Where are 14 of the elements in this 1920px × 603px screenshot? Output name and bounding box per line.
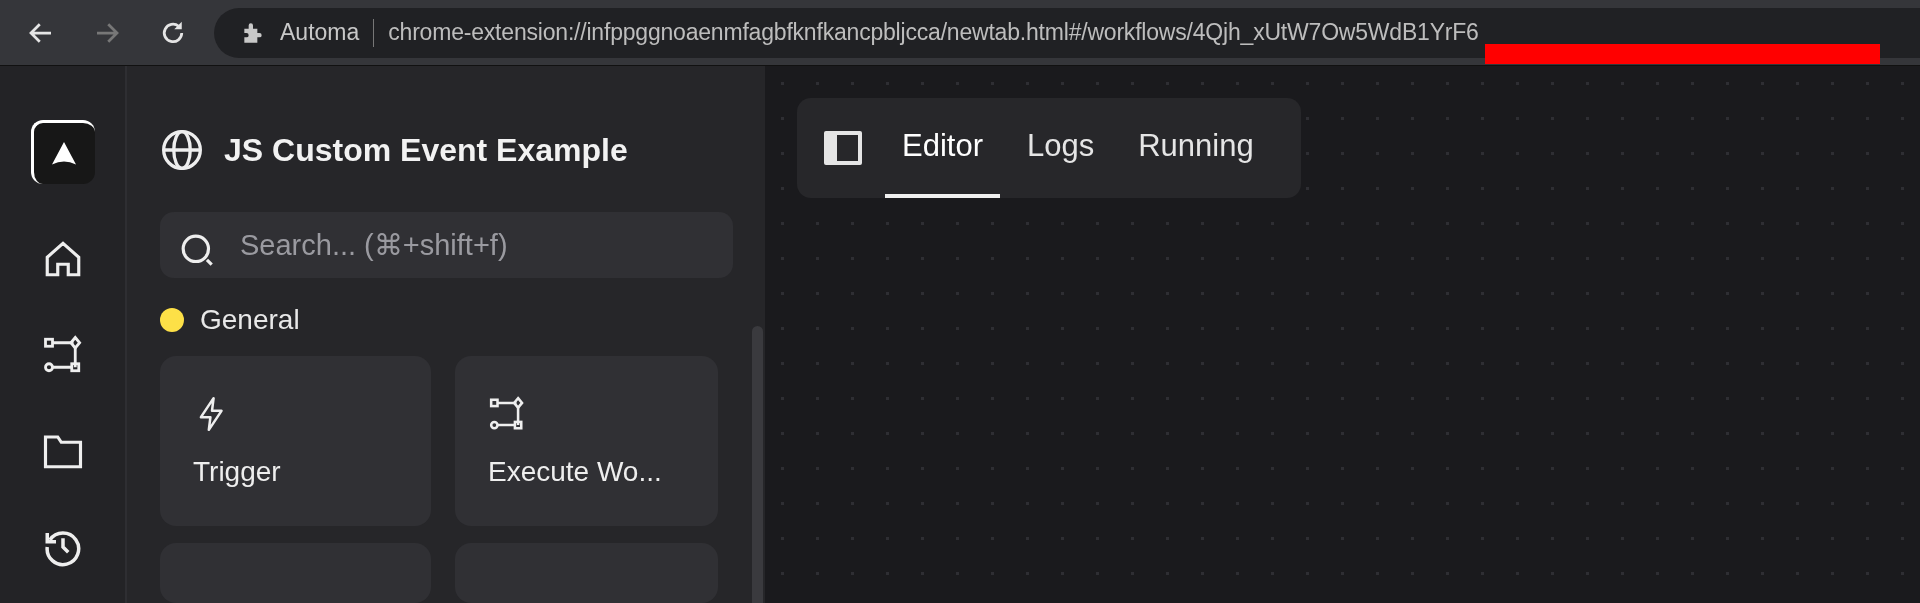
globe-icon: [160, 128, 204, 172]
tab[interactable]: Editor: [885, 98, 1000, 198]
url-text: chrome-extension://infppggnoaenmfagbfknfkancpbljcca/newtab.html#/workflows/4Qjh_xUtW7Ow5WdB1YrF6: [388, 19, 1479, 46]
category-name: General: [200, 304, 300, 336]
block-card[interactable]: Trigger: [160, 356, 431, 526]
app-logo[interactable]: [30, 120, 95, 184]
block-card[interactable]: Execute Wo...: [455, 356, 718, 526]
sidebar-toggle-icon[interactable]: [823, 130, 863, 166]
extension-name: Automa: [280, 19, 360, 46]
address-bar[interactable]: Automa chrome-extension://infppggnoaenmfagbfknfkancpbljcca/newtab.html#/workflows/4Qjh_xUtW7Ow5WdB1YrF6: [214, 7, 1920, 58]
search-field[interactable]: Search... (⌘+shift+f): [160, 212, 733, 278]
tab[interactable]: Running: [1121, 98, 1271, 198]
tab[interactable]: Logs: [1010, 98, 1112, 198]
workflow-title: JS Custom Event Example: [224, 131, 628, 169]
